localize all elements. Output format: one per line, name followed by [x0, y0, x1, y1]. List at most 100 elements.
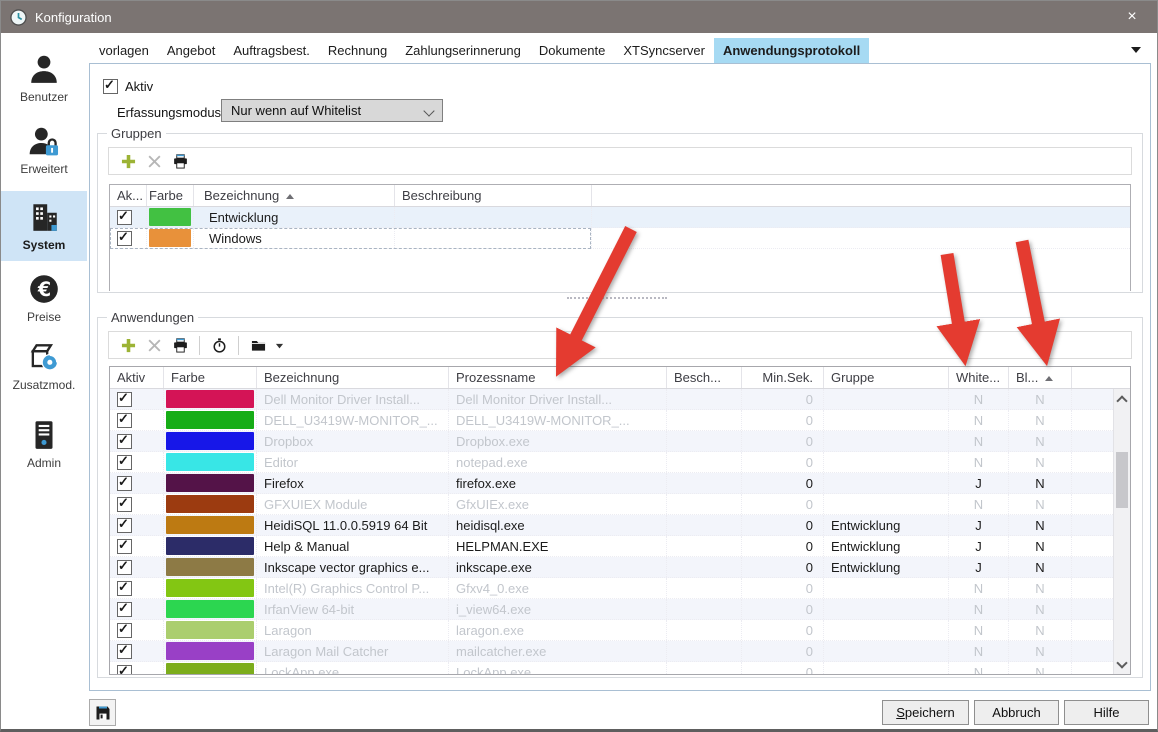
delete-icon[interactable] [141, 150, 167, 172]
anwendungen-row[interactable]: Help & Manual HELPMAN.EXE 0 Entwicklung … [110, 536, 1113, 557]
row-checkbox[interactable] [117, 455, 132, 470]
timer-icon[interactable] [206, 334, 232, 356]
row-prozessname: Dell Monitor Driver Install... [449, 389, 667, 409]
col-beschreibung[interactable]: Besch... [667, 367, 742, 388]
row-checkbox[interactable] [117, 476, 132, 491]
col-minsek[interactable]: Min.Sek. [742, 367, 824, 388]
app-icon [10, 9, 27, 26]
color-swatch [166, 453, 254, 471]
print-icon[interactable] [167, 334, 193, 356]
col-bezeichnung[interactable]: Bezeichnung [194, 185, 395, 206]
row-blacklist: N [1009, 431, 1072, 451]
sidebar-item[interactable]: Admin [1, 415, 87, 473]
sidebar-item[interactable]: System [1, 191, 87, 261]
row-checkbox[interactable] [117, 518, 132, 533]
gruppen-row[interactable]: Entwicklung [110, 207, 1130, 228]
tab[interactable]: Anwendungsprotokoll [714, 38, 869, 63]
scrollbar-thumb[interactable] [1116, 452, 1128, 508]
tab[interactable]: vorlagen [90, 38, 158, 63]
anwendungen-row[interactable]: Laragon laragon.exe 0 N N [110, 620, 1113, 641]
row-gruppe [824, 410, 949, 430]
col-farbe[interactable]: Farbe [164, 367, 257, 388]
row-checkbox[interactable] [117, 602, 132, 617]
anwendungen-row[interactable]: DELL_U3419W-MONITOR_... DELL_U3419W-MONI… [110, 410, 1113, 431]
gruppen-table: Ak... Farbe Bezeichnung Beschreibung [109, 184, 1131, 291]
row-checkbox[interactable] [117, 623, 132, 638]
row-bezeichnung: Inkscape vector graphics e... [257, 557, 449, 577]
row-blacklist: N [1009, 620, 1072, 640]
sidebar-item[interactable]: € Preise [1, 269, 87, 327]
anwendungen-row[interactable]: HeidiSQL 11.0.0.5919 64 Bit heidisql.exe… [110, 515, 1113, 536]
row-checkbox[interactable] [117, 413, 132, 428]
row-gruppe [824, 620, 949, 640]
row-checkbox[interactable] [117, 581, 132, 596]
row-checkbox[interactable] [117, 497, 132, 512]
anwendungen-row[interactable]: Firefox firefox.exe 0 J N [110, 473, 1113, 494]
aktiv-checkbox[interactable] [103, 79, 118, 94]
content-panel: Aktiv Erfassungsmodus: Nur wenn auf Whit… [89, 63, 1151, 691]
row-whitelist: N [949, 410, 1009, 430]
add-icon[interactable] [115, 334, 141, 356]
col-aktiv[interactable]: Aktiv [110, 367, 164, 388]
hilfe-button[interactable]: Hilfe [1064, 700, 1149, 725]
splitter-handle[interactable] [567, 297, 667, 299]
erfassungsmodus-select[interactable]: Nur wenn auf Whitelist [221, 99, 443, 122]
row-prozessname: DELL_U3419W-MONITOR_... [449, 410, 667, 430]
anwendungen-row[interactable]: Inkscape vector graphics e... inkscape.e… [110, 557, 1113, 578]
anwendungen-row[interactable]: GFXUIEX Module GfxUIEx.exe 0 N N [110, 494, 1113, 515]
sort-ascending-icon [1045, 372, 1053, 381]
tab[interactable]: Dokumente [530, 38, 614, 63]
col-beschreibung[interactable]: Beschreibung [395, 185, 592, 206]
row-checkbox[interactable] [117, 231, 132, 246]
sidebar-item[interactable]: Benutzer [1, 49, 87, 107]
anwendungen-row[interactable]: Intel(R) Graphics Control P... Gfxv4_0.e… [110, 578, 1113, 599]
col-prozessname[interactable]: Prozessname [449, 367, 667, 388]
erfassungsmodus-label: Erfassungsmodus: [117, 105, 225, 120]
tab[interactable]: XTSyncserver [614, 38, 714, 63]
row-checkbox[interactable] [117, 560, 132, 575]
col-blacklist[interactable]: Bl... [1009, 367, 1072, 388]
tab[interactable]: Zahlungserinnerung [396, 38, 530, 63]
speichern-button[interactable]: Speichern [882, 700, 969, 725]
col-gruppe[interactable]: Gruppe [824, 367, 949, 388]
row-checkbox[interactable] [117, 434, 132, 449]
row-gruppe [824, 641, 949, 661]
tab-overflow-chevron-icon[interactable] [1131, 47, 1141, 58]
vertical-scrollbar[interactable] [1113, 389, 1130, 674]
folder-icon[interactable] [245, 334, 271, 356]
tab[interactable]: Angebot [158, 38, 224, 63]
anwendungen-row[interactable]: IrfanView 64-bit i_view64.exe 0 N N [110, 599, 1113, 620]
row-gruppe [824, 452, 949, 472]
row-checkbox[interactable] [117, 539, 132, 554]
scroll-down-icon[interactable] [1114, 656, 1130, 672]
row-blacklist: N [1009, 641, 1072, 661]
scroll-up-icon[interactable] [1114, 391, 1130, 407]
anwendungen-row[interactable]: LockApp.exe LockApp.exe 0 N N [110, 662, 1113, 674]
gruppen-row[interactable]: Windows [110, 228, 1130, 249]
row-checkbox[interactable] [117, 210, 132, 225]
row-checkbox[interactable] [117, 644, 132, 659]
caret-icon[interactable] [271, 334, 287, 356]
abbruch-button[interactable]: Abbruch [974, 700, 1059, 725]
tab-bar: vorlagen Angebot Auftragsbest. Rechnung … [90, 38, 1120, 63]
tab[interactable]: Rechnung [319, 38, 396, 63]
anwendungen-row[interactable]: Dropbox Dropbox.exe 0 N N [110, 431, 1113, 452]
row-checkbox[interactable] [117, 665, 132, 675]
col-farbe[interactable]: Farbe [147, 185, 194, 206]
sidebar-item[interactable]: Erweitert [1, 121, 87, 179]
close-icon[interactable]: × [1113, 1, 1151, 33]
anwendungen-row[interactable]: Dell Monitor Driver Install... Dell Moni… [110, 389, 1113, 410]
anwendungen-row[interactable]: Laragon Mail Catcher mailcatcher.exe 0 N… [110, 641, 1113, 662]
col-bezeichnung[interactable]: Bezeichnung [257, 367, 449, 388]
tab[interactable]: Auftragsbest. [224, 38, 319, 63]
save-icon-button[interactable] [89, 699, 116, 726]
row-checkbox[interactable] [117, 392, 132, 407]
sidebar-item[interactable]: Zusatzmod. [1, 337, 87, 395]
col-aktiv[interactable]: Ak... [110, 185, 147, 206]
delete-icon[interactable] [141, 334, 167, 356]
add-icon[interactable] [115, 150, 141, 172]
col-whitelist[interactable]: White... [949, 367, 1009, 388]
col-filler [592, 185, 1130, 206]
print-icon[interactable] [167, 150, 193, 172]
anwendungen-row[interactable]: Editor notepad.exe 0 N N [110, 452, 1113, 473]
